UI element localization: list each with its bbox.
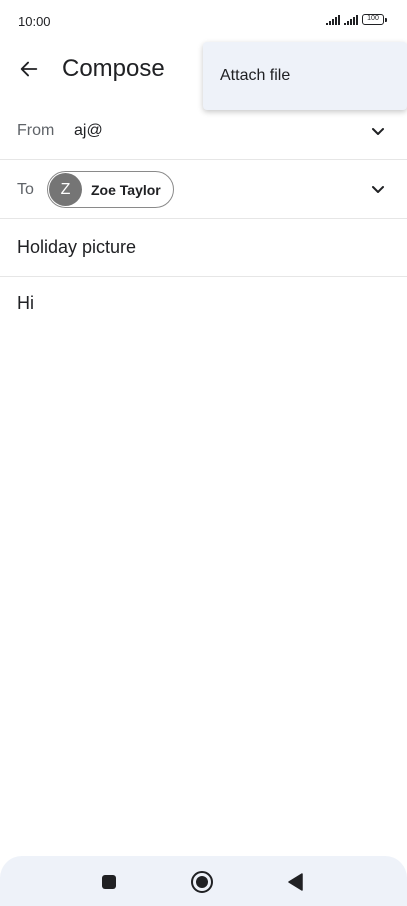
home-button[interactable] <box>187 867 217 897</box>
battery-icon: 100 <box>362 14 387 25</box>
recipient-chip[interactable]: Z Zoe Taylor <box>47 171 174 208</box>
from-field[interactable]: From aj@ <box>0 103 407 160</box>
message-body[interactable]: Hi <box>17 293 34 314</box>
to-label: To <box>17 181 34 198</box>
signal-icon <box>344 14 358 25</box>
recipient-name: Zoe Taylor <box>91 181 161 198</box>
menu-item-attach-file[interactable]: Attach file <box>203 42 407 110</box>
arrow-left-icon <box>20 61 38 77</box>
signal-icon <box>326 14 340 25</box>
recents-button[interactable] <box>94 867 124 897</box>
from-value[interactable]: aj@ <box>74 122 103 140</box>
overflow-menu: Attach file <box>203 42 407 110</box>
system-back-button[interactable] <box>280 867 310 897</box>
chevron-down-icon[interactable] <box>369 181 387 199</box>
status-bar: 10:00 100 <box>0 0 407 44</box>
subject-input[interactable]: Holiday picture <box>17 237 136 258</box>
back-button[interactable] <box>12 52 46 86</box>
from-label: From <box>17 122 55 139</box>
navigation-bar <box>0 856 407 906</box>
status-icons: 100 <box>326 14 387 25</box>
chevron-down-icon[interactable] <box>369 123 387 141</box>
to-field[interactable]: To Z Zoe Taylor <box>0 160 407 219</box>
recents-square-icon <box>102 875 116 889</box>
home-circle-icon <box>191 871 213 893</box>
status-time: 10:00 <box>18 14 51 29</box>
battery-level: 100 <box>362 14 384 25</box>
page-title: Compose <box>62 55 165 82</box>
avatar: Z <box>49 173 82 206</box>
back-triangle-icon <box>288 873 303 891</box>
subject-field[interactable]: Holiday picture <box>0 219 407 277</box>
